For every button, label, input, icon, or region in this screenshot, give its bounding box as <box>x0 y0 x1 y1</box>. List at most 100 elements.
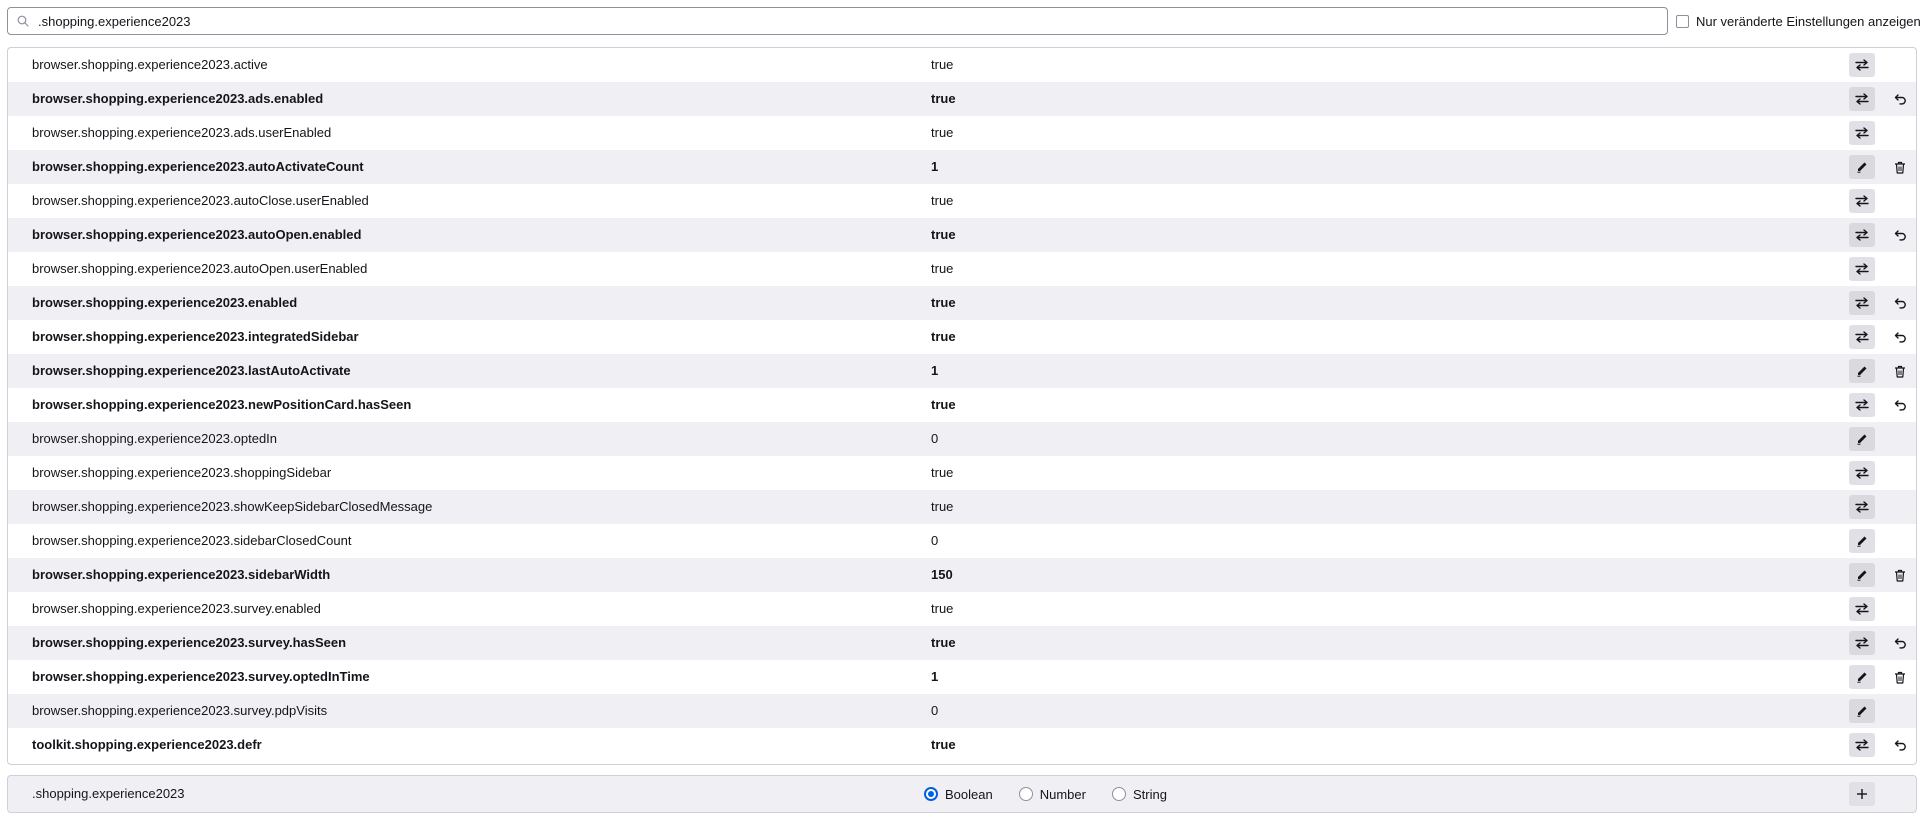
pref-name: browser.shopping.experience2023.integrat… <box>32 329 359 344</box>
pref-name: browser.shopping.experience2023.survey.h… <box>32 635 347 650</box>
pref-name: browser.shopping.experience2023.showKeep… <box>32 499 433 514</box>
delete-button[interactable] <box>1888 665 1912 689</box>
toggle-button[interactable] <box>1849 325 1875 349</box>
pref-value: true <box>931 737 956 752</box>
pref-row[interactable]: browser.shopping.experience2023.autoClos… <box>8 184 1916 218</box>
pref-name: browser.shopping.experience2023.ads.user… <box>32 125 332 140</box>
pref-row[interactable]: browser.shopping.experience2023.active tr… <box>8 48 1916 82</box>
toggle-button[interactable] <box>1849 87 1875 111</box>
pref-row[interactable]: browser.shopping.experience2023.survey.o… <box>8 660 1916 694</box>
type-option-boolean[interactable]: Boolean <box>924 787 993 802</box>
toggle-button[interactable] <box>1849 223 1875 247</box>
pref-value: true <box>931 295 956 310</box>
reset-icon <box>1894 230 1906 241</box>
pref-row[interactable]: browser.shopping.experience2023.newPosit… <box>8 388 1916 422</box>
pref-value: true <box>931 465 954 480</box>
delete-button[interactable] <box>1888 359 1912 383</box>
toggle-button[interactable] <box>1849 495 1875 519</box>
add-preference-button[interactable] <box>1849 782 1875 806</box>
delete-button[interactable] <box>1888 563 1912 587</box>
reset-button[interactable] <box>1888 223 1912 247</box>
pref-value: true <box>931 635 956 650</box>
pref-row[interactable]: browser.shopping.experience2023.autoActi… <box>8 150 1916 184</box>
edit-button[interactable] <box>1849 427 1875 451</box>
pref-row[interactable]: browser.shopping.experience2023.survey.e… <box>8 592 1916 626</box>
pref-row[interactable]: browser.shopping.experience2023.ads.user… <box>8 116 1916 150</box>
pref-name: browser.shopping.experience2023.survey.o… <box>32 669 370 684</box>
reset-button[interactable] <box>1888 631 1912 655</box>
toggle-button[interactable] <box>1849 393 1875 417</box>
pref-row[interactable]: browser.shopping.experience2023.autoOpen… <box>8 252 1916 286</box>
pref-row[interactable]: browser.shopping.experience2023.integrat… <box>8 320 1916 354</box>
edit-button[interactable] <box>1849 155 1875 179</box>
reset-button[interactable] <box>1888 393 1912 417</box>
reset-button[interactable] <box>1888 291 1912 315</box>
pref-name: browser.shopping.experience2023.lastAuto… <box>32 363 351 378</box>
pref-row[interactable]: browser.shopping.experience2023.enabled t… <box>8 286 1916 320</box>
delete-button[interactable] <box>1888 155 1912 179</box>
pref-value: true <box>931 57 954 72</box>
toggle-icon <box>1855 331 1869 343</box>
pref-value: true <box>931 499 954 514</box>
pref-row[interactable]: browser.shopping.experience2023.survey.p… <box>8 694 1916 728</box>
pref-row[interactable]: browser.shopping.experience2023.sidebarC… <box>8 524 1916 558</box>
toggle-icon <box>1855 739 1869 751</box>
toggle-icon <box>1855 603 1869 615</box>
toggle-button[interactable] <box>1849 291 1875 315</box>
pref-name: browser.shopping.experience2023.enabled <box>32 295 298 310</box>
pencil-icon <box>1857 672 1867 683</box>
reset-button[interactable] <box>1888 325 1912 349</box>
toggle-icon <box>1855 93 1869 105</box>
pref-row[interactable]: browser.shopping.experience2023.optedIn 0 <box>8 422 1916 456</box>
pref-name: toolkit.shopping.experience2023.defr <box>32 737 262 752</box>
edit-button[interactable] <box>1849 563 1875 587</box>
edit-button[interactable] <box>1849 529 1875 553</box>
edit-button[interactable] <box>1849 665 1875 689</box>
toggle-icon <box>1855 229 1869 241</box>
edit-button[interactable] <box>1849 699 1875 723</box>
reset-button[interactable] <box>1888 87 1912 111</box>
toggle-button[interactable] <box>1849 733 1875 757</box>
trash-icon <box>1895 161 1905 174</box>
pref-row[interactable]: browser.shopping.experience2023.ads.enab… <box>8 82 1916 116</box>
type-option-string[interactable]: String <box>1111 787 1167 802</box>
show-modified-only-checkbox[interactable] <box>1676 14 1689 28</box>
toggle-button[interactable] <box>1849 121 1875 145</box>
pref-name: browser.shopping.experience2023.autoOpen… <box>32 261 368 276</box>
type-radio[interactable] <box>1111 787 1126 801</box>
toggle-icon <box>1855 501 1869 513</box>
type-radio[interactable] <box>924 787 938 801</box>
pref-name: browser.shopping.experience2023.newPosit… <box>32 397 412 412</box>
toggle-button[interactable] <box>1849 53 1875 77</box>
pref-row[interactable]: toolkit.shopping.experience2023.defr true <box>8 728 1916 762</box>
edit-button[interactable] <box>1849 359 1875 383</box>
search-input[interactable] <box>38 9 1667 33</box>
show-modified-only-toggle[interactable]: Nur veränderte Einstellungen anzeigen <box>1676 13 1920 29</box>
pref-value: 0 <box>931 431 939 446</box>
pref-row[interactable]: browser.shopping.experience2023.sidebarW… <box>8 558 1916 592</box>
reset-button[interactable] <box>1888 733 1912 757</box>
type-option-number[interactable]: Number <box>1018 787 1086 802</box>
type-radio[interactable] <box>1018 787 1033 801</box>
pref-row[interactable]: browser.shopping.experience2023.survey.h… <box>8 626 1916 660</box>
search-box[interactable] <box>7 7 1668 35</box>
toggle-button[interactable] <box>1849 189 1875 213</box>
reset-icon <box>1894 638 1906 649</box>
toggle-button[interactable] <box>1849 631 1875 655</box>
pref-row[interactable]: browser.shopping.experience2023.showKeep… <box>8 490 1916 524</box>
toggle-button[interactable] <box>1849 461 1875 485</box>
pref-name: browser.shopping.experience2023.active <box>32 57 268 72</box>
toggle-button[interactable] <box>1849 597 1875 621</box>
pref-name: browser.shopping.experience2023.survey.p… <box>32 703 328 718</box>
toggle-button[interactable] <box>1849 257 1875 281</box>
pencil-icon <box>1857 162 1867 173</box>
preference-type-group: Boolean Number String <box>924 776 1193 812</box>
pref-value: 1 <box>931 159 939 174</box>
pref-row[interactable]: browser.shopping.experience2023.autoOpen… <box>8 218 1916 252</box>
toggle-icon <box>1855 263 1869 275</box>
pref-row[interactable]: browser.shopping.experience2023.lastAuto… <box>8 354 1916 388</box>
pref-row[interactable]: browser.shopping.experience2023.shopping… <box>8 456 1916 490</box>
reset-icon <box>1894 332 1906 343</box>
pref-value: true <box>931 329 956 344</box>
reset-icon <box>1894 400 1906 411</box>
